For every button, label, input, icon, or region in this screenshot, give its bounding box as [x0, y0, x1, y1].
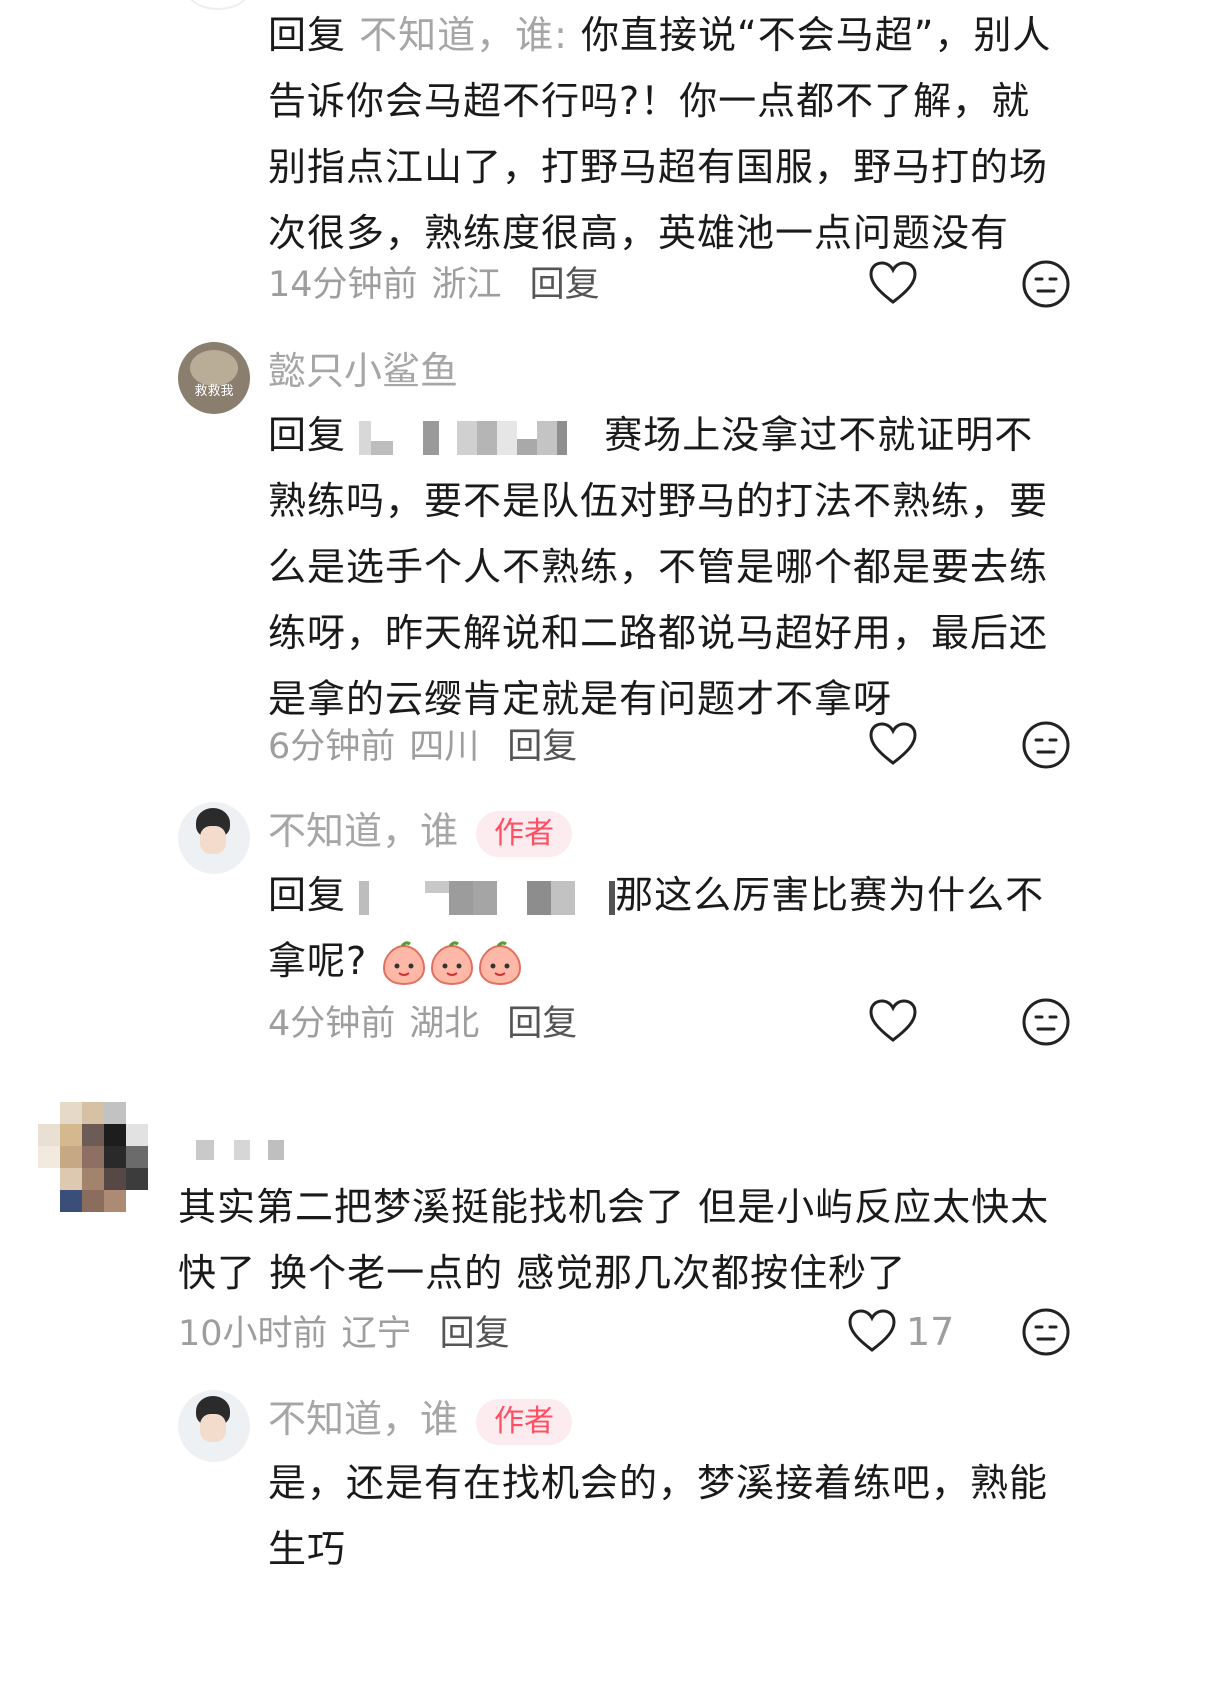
reply-prefix: 回复	[268, 413, 347, 457]
comment-location: 湖北	[409, 1003, 480, 1044]
comment-time: 14分钟前	[268, 264, 418, 305]
emoji-group	[380, 939, 524, 985]
comment-text: 回复 那这么厉害比赛为什么不拿呢?	[268, 862, 1068, 994]
reply-prefix: 回复	[268, 873, 347, 917]
like-button[interactable]: 17	[846, 1306, 954, 1358]
comment-body: 其实第二把梦溪挺能找机会了 但是小屿反应太快太快了 换个老一点的 感觉那几次都按…	[178, 1185, 1050, 1295]
comment-meta: 10小时前 辽宁 回复	[178, 1305, 510, 1356]
avatar-partial	[186, 0, 250, 10]
avatar[interactable]	[38, 1102, 148, 1212]
neutral-face-icon[interactable]	[1020, 719, 1072, 771]
comment-meta: 4分钟前 湖北 回复	[268, 995, 577, 1046]
peach-smile-emoji-icon	[383, 940, 426, 985]
reply-button[interactable]: 回复	[507, 995, 577, 1046]
author-badge: 作者	[476, 1398, 573, 1445]
like-count: 17	[906, 1310, 955, 1354]
comment-author[interactable]: 不知道，谁	[268, 1397, 458, 1441]
comment-text: 回复 不知道，谁: 你直接说“不会马超”，别人告诉你会马超不行吗?！你一点都不了…	[268, 2, 1068, 266]
neutral-face-icon[interactable]	[1020, 258, 1072, 310]
comment-time: 10小时前	[178, 1313, 328, 1354]
neutral-face-icon[interactable]	[1020, 996, 1072, 1048]
comment-body: 赛场上没拿过不就证明不熟练吗，要不是队伍对野马的打法不熟练，要么是选手个人不熟练…	[268, 413, 1049, 721]
comment-meta: 14分钟前 浙江 回复	[268, 256, 600, 307]
blurred-username	[359, 880, 616, 915]
avatar[interactable]	[178, 802, 250, 874]
reply-button[interactable]: 回复	[440, 1305, 510, 1356]
blurred-username	[359, 420, 568, 455]
author-badge: 作者	[476, 810, 573, 857]
reply-button[interactable]: 回复	[507, 718, 577, 769]
comment-meta: 6分钟前 四川 回复	[268, 718, 577, 769]
comment-time: 4分钟前	[268, 1003, 396, 1044]
blurred-username	[196, 1140, 284, 1160]
comment-author[interactable]: 懿只小鲨鱼	[268, 348, 458, 394]
peach-smile-emoji-icon	[431, 940, 474, 985]
comment-text: 回复 赛场上没拿过不就证明不熟练吗，要不是队伍对野马的打法不熟练，要么是选手个人…	[268, 402, 1068, 732]
comment-location: 浙江	[431, 264, 502, 305]
reply-button[interactable]: 回复	[530, 256, 600, 307]
comment-location: 辽宁	[341, 1313, 412, 1354]
neutral-face-icon[interactable]	[1020, 1306, 1072, 1358]
peach-smile-emoji-icon	[479, 940, 522, 985]
comment-author-row: 不知道，谁 作者	[268, 1396, 573, 1445]
comment-author-row: 不知道，谁 作者	[268, 808, 573, 857]
reply-target[interactable]: 不知道，谁:	[359, 13, 568, 57]
comment-time: 6分钟前	[268, 726, 396, 767]
comment-author[interactable]: 不知道，谁	[268, 809, 458, 853]
heart-outline-icon[interactable]	[867, 996, 919, 1048]
heart-outline-icon[interactable]	[846, 1306, 898, 1358]
avatar-caption: 救救我	[194, 384, 234, 399]
avatar[interactable]	[178, 1390, 250, 1462]
reply-prefix: 回复	[268, 13, 347, 57]
comment-location: 四川	[409, 726, 480, 767]
avatar[interactable]: 救救我	[178, 342, 250, 414]
comment-body: 是，还是有在找机会的，梦溪接着练吧，熟能生巧	[268, 1461, 1049, 1571]
heart-outline-icon[interactable]	[867, 258, 919, 310]
heart-outline-icon[interactable]	[867, 719, 919, 771]
